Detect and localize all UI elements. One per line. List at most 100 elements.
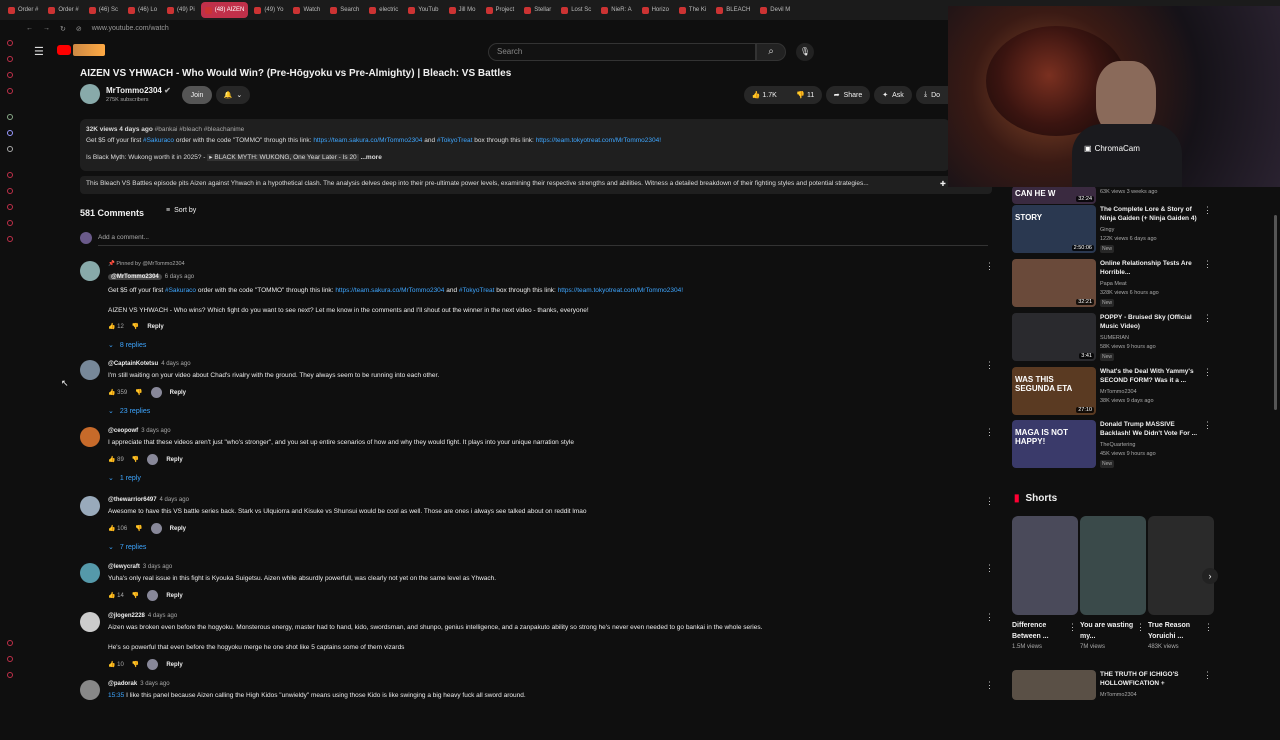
more-actions-icon[interactable]: ⋮ <box>985 612 994 623</box>
comment-avatar[interactable] <box>80 563 100 583</box>
reply-button[interactable]: Reply <box>166 593 182 599</box>
comment-time[interactable]: 6 days ago <box>165 274 194 280</box>
like-button[interactable]: 👍 106 <box>108 525 127 532</box>
tokyotreat-link[interactable]: https://team.tokyotreat.com/MrTommo2304! <box>558 287 683 294</box>
rail-icon[interactable] <box>7 172 13 178</box>
dislike-button[interactable]: 👎 <box>132 661 139 668</box>
search-button[interactable]: ⌕ <box>756 43 786 61</box>
ask-button[interactable]: ✦ Ask <box>874 86 912 104</box>
recommended-channel[interactable]: TheQuartering <box>1100 442 1135 448</box>
view-replies-button[interactable]: ⌄ 1 reply <box>108 474 141 483</box>
rail-icon[interactable] <box>7 672 13 678</box>
forward-icon[interactable]: → <box>43 25 50 32</box>
tokyotreat-link[interactable]: https://team.tokyotreat.com/MrTommo2304! <box>536 137 661 144</box>
reply-button[interactable]: Reply <box>147 324 163 330</box>
browser-tab[interactable]: (46) Lo <box>124 2 161 18</box>
recommended-video[interactable]: 3:41 POPPY - Bruised Sky (Official Music … <box>1012 313 1212 361</box>
browser-tab[interactable]: (48) AIZEN <box>200 2 249 18</box>
view-replies-button[interactable]: ⌄ 7 replies <box>108 543 146 552</box>
comment-avatar[interactable] <box>80 496 100 516</box>
like-button[interactable]: 👍 89 <box>108 456 124 463</box>
comment-author[interactable]: @lewycraft <box>108 564 140 570</box>
recommended-title[interactable]: POPPY - Bruised Sky (Official Music Vide… <box>1100 313 1200 331</box>
browser-tab[interactable]: (46) Sc <box>85 2 122 18</box>
menu-icon[interactable]: ☰ <box>34 45 44 58</box>
comment-time[interactable]: 4 days ago <box>161 361 190 367</box>
more-actions-icon[interactable]: ⋮ <box>985 680 994 691</box>
join-button[interactable]: Join <box>182 86 212 104</box>
short-thumbnail[interactable] <box>1148 516 1214 615</box>
download-button[interactable]: ⤓ Do <box>916 86 948 104</box>
browser-tab[interactable]: Project <box>482 2 519 18</box>
reply-button[interactable]: Reply <box>170 390 186 396</box>
comment-avatar[interactable] <box>80 427 100 447</box>
recommended-title[interactable]: What's the Deal With Yammy's SECOND FORM… <box>1100 367 1200 385</box>
like-button[interactable]: 👍 12 <box>108 323 124 330</box>
video-thumbnail[interactable]: STORY 2:50:06 <box>1012 205 1096 253</box>
site-info-icon[interactable]: ⊘ <box>76 25 82 33</box>
video-thumbnail[interactable]: 32:21 <box>1012 259 1096 307</box>
comment-author[interactable]: @padorak <box>108 681 137 687</box>
channel-avatar[interactable] <box>80 84 100 104</box>
search-input[interactable]: Search <box>488 43 756 61</box>
more-actions-icon[interactable]: ⋮ <box>1203 205 1212 216</box>
youtube-logo[interactable] <box>57 45 71 55</box>
more-actions-icon[interactable]: ⋮ <box>985 261 994 272</box>
browser-tab[interactable]: Search <box>326 2 363 18</box>
more-actions-icon[interactable]: ⋮ <box>985 427 994 438</box>
browser-tab[interactable]: Watch <box>289 2 324 18</box>
more-actions-icon[interactable]: ⋮ <box>985 496 994 507</box>
video-thumbnail[interactable]: WAS THIS SEGUNDA ETA 27:10 <box>1012 367 1096 415</box>
video-thumbnail[interactable]: 3:41 <box>1012 313 1096 361</box>
hashtag-link[interactable]: #Sakuraco <box>165 287 196 294</box>
short-title[interactable]: Difference Between ... <box>1012 620 1066 642</box>
recommended-channel[interactable]: Papa Meat <box>1100 281 1127 287</box>
recommended-video[interactable]: 32:21 Online Relationship Tests Are Horri… <box>1012 259 1212 307</box>
comment-avatar[interactable] <box>80 261 100 281</box>
comment-author[interactable]: @MrTommo2304 <box>108 274 162 280</box>
rail-icon[interactable] <box>7 72 13 78</box>
recommended-channel[interactable]: MrTommo2304 <box>1100 692 1137 698</box>
more-actions-icon[interactable]: ⋮ <box>1203 259 1212 270</box>
comment-author[interactable]: @thewarrior6497 <box>108 497 157 503</box>
reply-button[interactable]: Reply <box>166 662 182 668</box>
short-title[interactable]: True Reason Yoruichi ... <box>1148 620 1202 642</box>
browser-tab[interactable]: Order # <box>4 2 42 18</box>
recommended-video[interactable]: MAGA IS NOT HAPPY! Donald Trump MASSIVE B… <box>1012 420 1212 468</box>
browser-tab[interactable]: Stellar <box>520 2 555 18</box>
timestamp-link[interactable]: 15:35 <box>108 692 124 699</box>
short-thumbnail[interactable] <box>1080 516 1146 615</box>
sort-by-button[interactable]: ≡ Sort by <box>166 207 196 214</box>
recommended-channel[interactable]: SUMERIAN <box>1100 335 1129 341</box>
browser-tab[interactable]: (49) Yo <box>250 2 287 18</box>
x-icon[interactable] <box>7 146 13 152</box>
rail-icon[interactable] <box>7 130 13 136</box>
more-actions-icon[interactable]: ⋮ <box>1203 313 1212 324</box>
video-thumbnail[interactable]: CAN HE W 32:24 <box>1012 186 1096 204</box>
recommended-video[interactable]: CAN HE W 32:24 63K views 3 weeks ago <box>1012 186 1212 204</box>
more-actions-icon[interactable]: ⋮ <box>1204 622 1280 633</box>
recommended-video[interactable]: THE TRUTH OF ICHIGO'S HOLLOWFICATION + M… <box>1012 670 1212 700</box>
voice-search-button[interactable]: 🎙 <box>796 43 814 61</box>
rail-icon[interactable] <box>7 56 13 62</box>
browser-tab[interactable]: BLEACH <box>712 2 754 18</box>
dislike-button[interactable]: 👎 <box>135 525 142 532</box>
dislike-button[interactable]: 👎 <box>132 456 139 463</box>
hashtag-link[interactable]: #TokyoTreat <box>437 137 473 144</box>
share-button[interactable]: ➦ Share <box>826 86 870 104</box>
recommended-video[interactable]: WAS THIS SEGUNDA ETA 27:10 What's the Deal… <box>1012 367 1212 415</box>
comment-author[interactable]: @CaptainKotetsu <box>108 361 158 367</box>
more-button[interactable]: ...more <box>361 154 382 161</box>
more-actions-icon[interactable]: ⋮ <box>985 360 994 371</box>
like-button[interactable]: 👍 14 <box>108 592 124 599</box>
view-replies-button[interactable]: ⌄ 8 replies <box>108 341 146 350</box>
back-icon[interactable]: ← <box>26 25 33 32</box>
short-title[interactable]: You are wasting my... <box>1080 620 1134 642</box>
hashtags[interactable]: #bankai #bleach #bleachanime <box>155 126 245 133</box>
dislike-button[interactable]: 👎 <box>132 323 139 330</box>
comment-time[interactable]: 3 days ago <box>143 564 172 570</box>
sakura-link[interactable]: https://team.sakura.co/MrTommo2304 <box>335 287 444 294</box>
like-button[interactable]: 👍 359 <box>108 389 127 396</box>
more-actions-icon[interactable]: ⋮ <box>1203 367 1212 378</box>
comment-author[interactable]: @jlogen2228 <box>108 613 145 619</box>
